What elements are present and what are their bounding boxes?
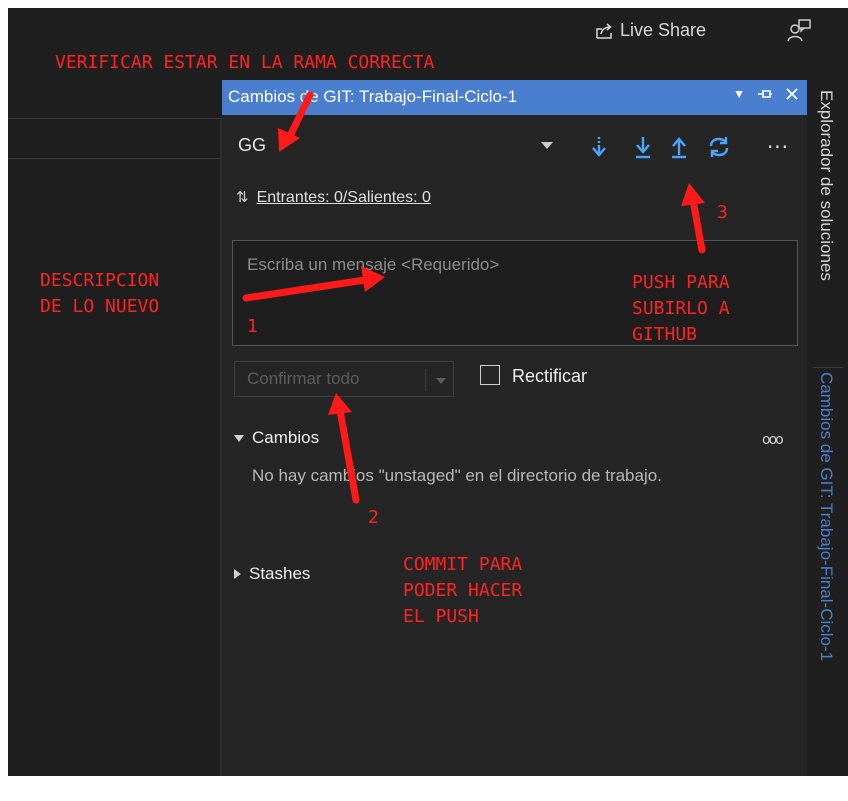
tab-separator [813, 367, 843, 368]
fetch-button[interactable] [586, 134, 612, 160]
amend-label[interactable]: Rectificar [512, 366, 587, 387]
branch-selector[interactable]: GG [222, 128, 557, 162]
tab-git-changes[interactable]: Cambios de GIT: Trabajo-Final-Ciclo-1 [816, 372, 836, 661]
tree-view-icon[interactable]: ooo [762, 432, 784, 448]
annotation-description: DESCRIPCION DE LO NUEVO [40, 270, 160, 317]
feedback-button[interactable] [786, 18, 812, 48]
amend-checkbox[interactable] [480, 365, 500, 385]
fetch-icon [592, 137, 606, 157]
expand-icon [234, 569, 241, 579]
no-changes-message: No hay cambios "unstaged" en el director… [252, 466, 662, 485]
live-share-button[interactable]: Live Share [594, 20, 706, 41]
annotation-step-3: 3 [717, 202, 728, 223]
commit-all-button[interactable]: Confirmar todo [234, 361, 454, 397]
annotation-verify-branch: VERIFICAR ESTAR EN LA RAMA CORRECTA [55, 52, 435, 73]
incoming-outgoing-link[interactable]: Entrantes: 0/Salientes: 0 [257, 189, 431, 206]
sync-icon [709, 137, 729, 157]
commit-message-placeholder: Escriba un mensaje <Requerido> [247, 255, 500, 274]
editor-divider [8, 118, 220, 119]
git-panel-title-bar: Cambios de GIT: Trabajo-Final-Ciclo-1 ▼ [222, 80, 807, 115]
commit-all-label: Confirmar todo [247, 369, 360, 388]
editor-divider [8, 158, 220, 159]
branch-name: GG [238, 135, 267, 155]
more-options-icon[interactable]: ··· [764, 134, 792, 160]
annotation-step-2: 2 [368, 507, 379, 528]
pull-icon [636, 137, 650, 159]
screenshot-root: Live Share Cambios de GIT: Trabajo-Final… [0, 0, 848, 801]
sync-button[interactable] [706, 134, 732, 160]
pull-button[interactable] [630, 134, 656, 160]
git-panel-controls: ▼ [733, 86, 799, 102]
changes-section-header[interactable]: Cambios [234, 428, 319, 448]
window-menu-icon[interactable]: ▼ [733, 87, 745, 101]
changes-section-label: Cambios [252, 428, 320, 447]
annotation-commit-note: COMMIT PARA PODER HACER EL PUSH [403, 554, 523, 627]
live-share-icon [596, 22, 612, 39]
tab-solution-explorer[interactable]: Explorador de soluciones [816, 90, 836, 281]
annotation-push-note: PUSH PARA SUBIRLO A GITHUB [632, 272, 730, 345]
git-panel-title: Cambios de GIT: Trabajo-Final-Ciclo-1 [228, 87, 518, 106]
visual-studio-window: Live Share Cambios de GIT: Trabajo-Final… [8, 8, 848, 776]
feedback-icon [787, 19, 811, 42]
side-tab-strip: Explorador de soluciones Cambios de GIT:… [807, 80, 848, 776]
annotation-step-1: 1 [247, 316, 258, 337]
live-share-label: Live Share [620, 20, 707, 40]
commit-button-divider [425, 369, 426, 391]
stashes-section-label: Stashes [249, 564, 311, 583]
collapse-icon [234, 434, 244, 442]
chevron-down-icon [541, 142, 553, 149]
close-icon[interactable] [785, 87, 799, 101]
commit-dropdown-icon[interactable] [436, 378, 446, 384]
incoming-outgoing-row: ⇅ Entrantes: 0/Salientes: 0 [236, 188, 431, 207]
stashes-section-header[interactable]: Stashes [234, 564, 310, 584]
editor-area [8, 118, 220, 776]
pin-icon[interactable] [757, 86, 773, 102]
push-icon [672, 137, 686, 159]
push-button[interactable] [666, 134, 692, 160]
incoming-outgoing-icon: ⇅ [236, 189, 249, 206]
